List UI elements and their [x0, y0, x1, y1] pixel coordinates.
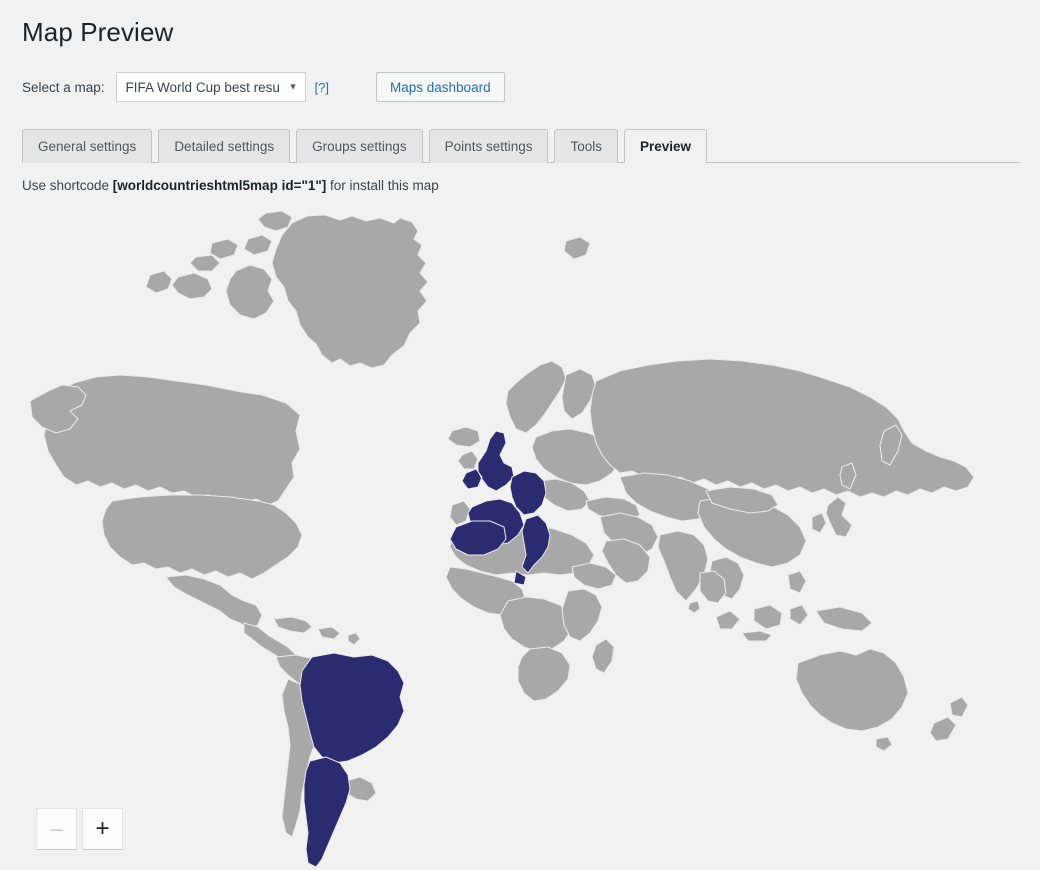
tab-preview[interactable]: Preview [623, 129, 708, 163]
zoom-out-button[interactable]: – [36, 808, 77, 850]
shortcode-suffix: for install this map [326, 178, 439, 193]
shortcode-code: [worldcountrieshtml5map id="1"] [112, 178, 327, 193]
shortcode-hint: Use shortcode [worldcountrieshtml5map id… [22, 178, 439, 193]
world-map[interactable] [0, 205, 1040, 870]
map-preview-page: Map Preview Select a map: FIFA World Cup… [0, 0, 1040, 870]
tab-tools[interactable]: Tools [554, 129, 618, 163]
tab-detailed-settings[interactable]: Detailed settings [158, 129, 291, 163]
settings-tabs: General settings Detailed settings Group… [22, 128, 1020, 163]
map-selector-row: Select a map: FIFA World Cup best resu ▼… [22, 72, 505, 102]
shortcode-prefix: Use shortcode [22, 178, 113, 193]
map-zoom-controls: – + [36, 808, 123, 850]
chevron-down-icon: ▼ [288, 81, 298, 92]
page-title: Map Preview [22, 17, 174, 47]
maps-dashboard-button[interactable]: Maps dashboard [376, 72, 505, 102]
map-select-dropdown[interactable]: FIFA World Cup best resu ▼ [115, 72, 306, 102]
map-select-value: FIFA World Cup best resu [125, 79, 280, 95]
map-preview-panel[interactable]: – + [0, 205, 1040, 870]
select-a-map-label: Select a map: [22, 79, 105, 95]
help-link[interactable]: [?] [315, 80, 329, 95]
zoom-in-button[interactable]: + [82, 808, 123, 850]
tab-points-settings[interactable]: Points settings [428, 129, 549, 163]
tab-groups-settings[interactable]: Groups settings [296, 129, 423, 163]
tab-general-settings[interactable]: General settings [22, 129, 153, 163]
